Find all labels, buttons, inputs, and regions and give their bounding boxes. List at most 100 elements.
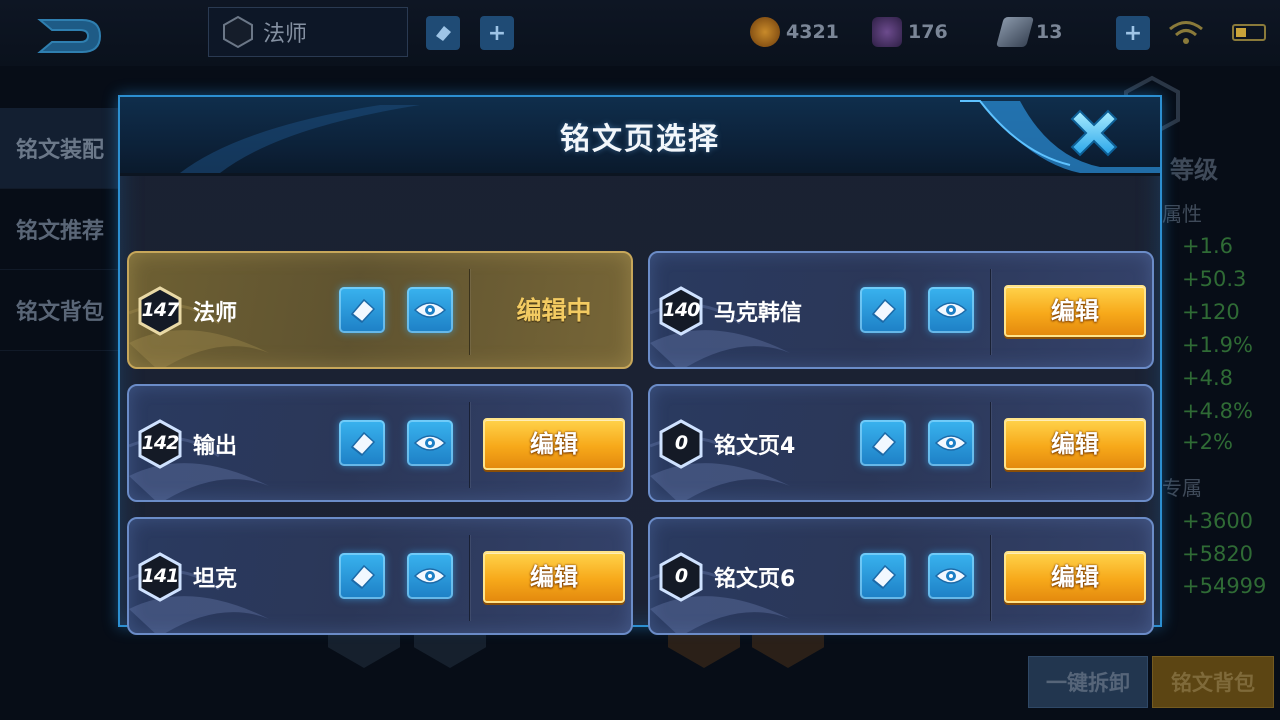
preview-page-button[interactable] — [928, 553, 974, 599]
attr-value: +120 — [1182, 300, 1240, 324]
diamond-value: 176 — [908, 21, 948, 43]
eye-icon — [413, 302, 447, 318]
dialog-title: 铭文页选择 — [560, 122, 720, 157]
rune-page-card[interactable]: 141 坦克 编辑 — [127, 517, 633, 635]
page-name: 马克韩信 — [714, 301, 803, 326]
rune-page-card[interactable]: 147 法师 编辑中 — [127, 251, 633, 369]
level-title: 等级 — [1170, 156, 1218, 184]
level-hex-icon: 0 — [658, 552, 704, 602]
page-name: 铭文页6 — [714, 567, 796, 592]
ticket-currency: 13 — [995, 17, 1063, 47]
ticket-icon — [995, 17, 1035, 47]
side-item-label: 铭文背包 — [16, 300, 105, 325]
current-rune-page[interactable]: 法师 — [208, 7, 408, 57]
preview-page-button[interactable] — [928, 420, 974, 466]
rune-bag-button[interactable]: 铭文背包 — [1152, 656, 1274, 708]
exclusive-heading: 专属 — [1162, 476, 1202, 500]
attr-value: +4.8% — [1182, 399, 1253, 423]
editing-status-label: 编辑中 — [516, 296, 592, 325]
level-hex-icon: 140 — [658, 286, 704, 336]
page-level: 141 — [141, 565, 180, 587]
exclusive-value: +54999 — [1182, 574, 1267, 598]
add-currency-button[interactable]: + — [1116, 16, 1150, 50]
unload-all-button[interactable]: 一键拆卸 — [1028, 656, 1148, 708]
level-hex-icon: 147 — [137, 286, 183, 336]
side-item-rune-equip[interactable]: 铭文装配 — [0, 108, 118, 189]
side-menu: 铭文装配 铭文推荐 铭文背包 — [0, 108, 118, 351]
page-level: 140 — [662, 299, 701, 321]
eraser-icon — [871, 298, 897, 324]
rune-page-card[interactable]: 142 输出 编辑 — [127, 384, 633, 502]
eye-icon — [413, 435, 447, 451]
ticket-value: 13 — [1036, 21, 1063, 43]
rune-page-card[interactable]: 140 马克韩信 编辑 — [648, 251, 1154, 369]
diamond-currency: 176 — [872, 17, 948, 47]
side-item-label: 铭文推荐 — [16, 219, 105, 244]
battery-icon — [1232, 24, 1266, 41]
eraser-icon — [350, 564, 376, 590]
preview-page-button[interactable] — [407, 287, 453, 333]
attr-value: +1.9% — [1182, 333, 1253, 357]
card-divider — [990, 402, 991, 488]
card-divider — [469, 402, 470, 488]
eraser-icon — [871, 564, 897, 590]
preview-page-button[interactable] — [407, 553, 453, 599]
wifi-icon — [1169, 21, 1203, 44]
plus-icon: + — [1123, 20, 1143, 46]
level-hex-icon — [223, 15, 253, 49]
eye-icon — [934, 568, 968, 584]
rune-page-card[interactable]: 0 铭文页4 编辑 — [648, 384, 1154, 502]
dialog-header: 铭文页选择 — [120, 97, 1160, 176]
eye-icon — [934, 435, 968, 451]
exclusive-value: +3600 — [1182, 509, 1254, 533]
page-level: 142 — [141, 432, 180, 454]
close-x-icon[interactable] — [1064, 103, 1124, 163]
eye-icon — [934, 302, 968, 318]
page-name: 输出 — [193, 434, 238, 459]
exclusive-value: +5820 — [1182, 542, 1254, 566]
level-hex-icon: 0 — [658, 419, 704, 469]
eraser-icon — [871, 431, 897, 457]
attribute-panel: 等级 属性 +1.6 +50.3 +120 +1.9% +4.8 +4.8% +… — [1162, 140, 1280, 620]
eraser-icon — [436, 26, 451, 41]
rename-page-button[interactable] — [339, 287, 385, 333]
edit-page-button[interactable]: 编辑 — [1004, 551, 1146, 603]
rename-page-button[interactable] — [860, 553, 906, 599]
rune-page-card[interactable]: 0 铭文页6 编辑 — [648, 517, 1154, 635]
page-name: 法师 — [193, 301, 238, 326]
side-item-label: 铭文装配 — [16, 138, 105, 163]
card-divider — [990, 269, 991, 355]
add-page-button[interactable]: + — [480, 16, 514, 50]
rename-page-button[interactable] — [860, 420, 906, 466]
preview-page-button[interactable] — [928, 287, 974, 333]
rename-page-button[interactable] — [339, 420, 385, 466]
preview-page-button[interactable] — [407, 420, 453, 466]
gold-coin-icon — [750, 17, 780, 47]
page-level: 147 — [141, 299, 180, 321]
rename-page-button[interactable] — [339, 553, 385, 599]
eye-icon — [413, 568, 447, 584]
edit-page-button[interactable]: 编辑 — [483, 551, 625, 603]
attr-heading: 属性 — [1162, 202, 1202, 226]
edit-page-button[interactable]: 编辑 — [1004, 285, 1146, 337]
edit-page-button[interactable]: 编辑 — [483, 418, 625, 470]
gold-value: 4321 — [786, 21, 839, 43]
side-item-rune-recommend[interactable]: 铭文推荐 — [0, 189, 118, 270]
page-level: 0 — [674, 565, 688, 587]
top-bar: 法师 + 4321 176 13 + — [0, 0, 1280, 66]
rename-page-button[interactable] — [860, 287, 906, 333]
attr-value: +2% — [1182, 430, 1233, 454]
eraser-icon — [350, 431, 376, 457]
gold-currency: 4321 — [750, 17, 839, 47]
attr-value: +1.6 — [1182, 234, 1233, 258]
edit-page-button[interactable]: 编辑 — [1004, 418, 1146, 470]
attr-value: +4.8 — [1182, 366, 1233, 390]
diamond-icon — [872, 17, 902, 47]
plus-icon: + — [487, 20, 507, 46]
eraser-icon — [350, 298, 376, 324]
card-divider — [469, 535, 470, 621]
rename-page-button[interactable] — [426, 16, 460, 50]
back-arrow-icon[interactable] — [30, 14, 110, 58]
page-level: 0 — [674, 432, 688, 454]
side-item-rune-bag[interactable]: 铭文背包 — [0, 270, 118, 351]
